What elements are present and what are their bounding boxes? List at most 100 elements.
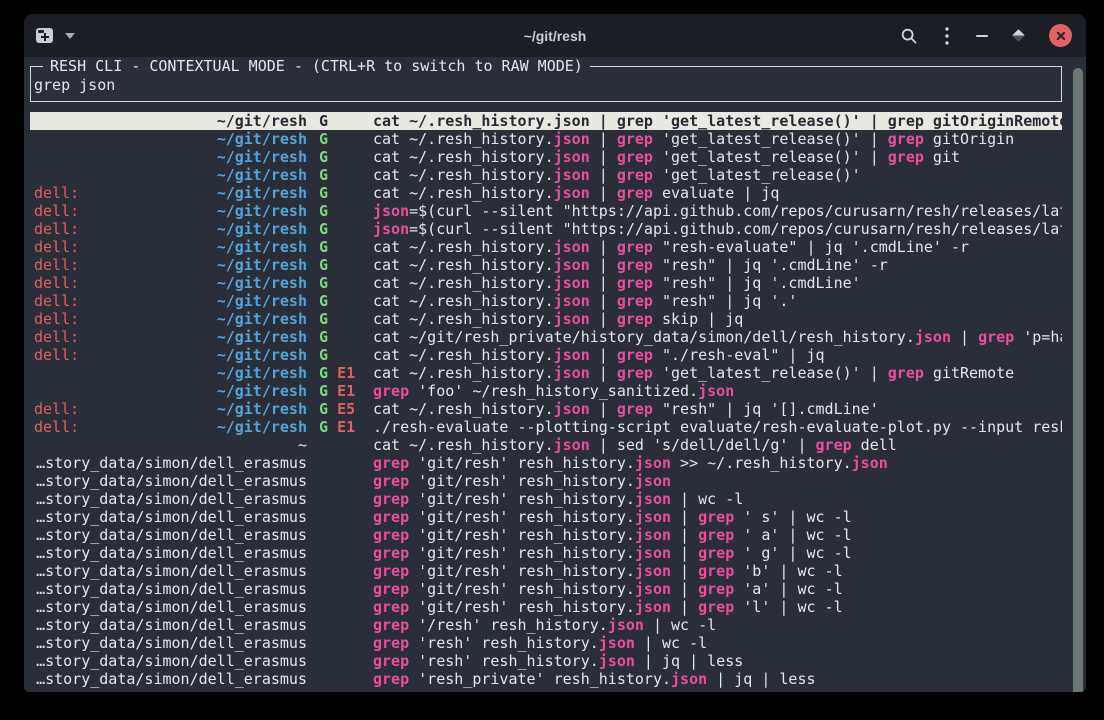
history-row[interactable]: ~/git/reshGcat ~/.resh_history.json | gr…	[30, 166, 1062, 184]
history-row[interactable]: dell:~/git/reshGcat ~/git/resh_private/h…	[30, 328, 1062, 346]
history-row[interactable]: ~cat ~/.resh_history.json | sed 's/dell/…	[30, 436, 1062, 454]
command-cell: cat ~/.resh_history.json | grep 'get_lat…	[373, 112, 1062, 130]
terminal-content: RESH CLI - CONTEXTUAL MODE - (CTRL+R to …	[24, 66, 1086, 692]
flags-cell: G E1	[307, 364, 373, 382]
history-row[interactable]: ~/git/reshGcat ~/.resh_history.json | gr…	[30, 148, 1062, 166]
command-cell: grep 'resh' resh_history.json | jq | les…	[373, 652, 1062, 670]
command-cell: grep 'git/resh' resh_history.json | grep…	[373, 580, 1062, 598]
command-cell: cat ~/.resh_history.json | grep "resh" |…	[373, 256, 1062, 274]
flags-cell	[307, 634, 373, 652]
history-row[interactable]: dell:~/git/reshGcat ~/.resh_history.json…	[30, 346, 1062, 364]
git-flag: G	[319, 346, 328, 364]
flags-cell: G	[307, 166, 373, 184]
history-row[interactable]: …story_data/simon/dell_erasmusgrep 'git/…	[30, 544, 1062, 562]
flags-cell	[307, 616, 373, 634]
command-cell: grep 'git/resh' resh_history.json | wc -…	[373, 490, 1062, 508]
host-cell: dell:	[34, 274, 79, 292]
history-row[interactable]: ~/git/reshGcat ~/.resh_history.json | gr…	[30, 130, 1062, 148]
history-row[interactable]: dell:~/git/reshG E1./resh-evaluate --plo…	[30, 418, 1062, 436]
history-row[interactable]: …story_data/simon/dell_erasmus grep 'git/…	[30, 562, 1062, 580]
command-cell: cat ~/git/resh_private/history_data/simo…	[373, 328, 1062, 346]
new-tab-icon	[36, 28, 53, 43]
git-flag: G	[319, 418, 328, 436]
history-row[interactable]: dell:~/git/reshGcat ~/.resh_history.json…	[30, 274, 1062, 292]
command-cell: grep '/resh' resh_history.json | wc -l	[373, 616, 1062, 634]
history-row[interactable]: ~/git/reshG E1grep 'foo' ~/resh_history_…	[30, 382, 1062, 400]
git-flag: G	[319, 382, 328, 400]
command-cell: grep 'git/resh' resh_history.json	[373, 472, 1062, 490]
history-row[interactable]: dell:~/git/reshGcat ~/.resh_history.json…	[30, 310, 1062, 328]
desktop-background: ~/git/resh	[0, 0, 1104, 720]
command-cell: cat ~/.resh_history.json | grep 'get_lat…	[373, 364, 1062, 382]
command-cell: cat ~/.resh_history.json | grep 'get_lat…	[373, 130, 1062, 148]
search-button[interactable]	[900, 23, 918, 49]
command-cell: cat ~/.resh_history.json | grep "resh" |…	[373, 400, 1062, 418]
host-cell: dell:	[34, 328, 79, 346]
history-row[interactable]: dell:~/git/reshGjson=$(curl --silent "ht…	[30, 220, 1062, 238]
history-row[interactable]: …story_data/simon/dell_erasmusgrep 'git/…	[30, 580, 1062, 598]
scrollbar-thumb[interactable]	[1073, 68, 1083, 692]
exit-code-flag: E5	[337, 400, 355, 418]
history-row[interactable]: …story_data/simon/dell_erasmusgrep 'git/…	[30, 526, 1062, 544]
git-flag: G	[319, 310, 328, 328]
close-button[interactable]	[1049, 24, 1072, 47]
history-row[interactable]: …story_data/simon/dell_erasmusgrep 'git/…	[30, 454, 1062, 472]
git-flag: G	[319, 148, 328, 166]
chevron-down-icon	[65, 33, 75, 39]
history-row[interactable]: dell:~/git/reshGcat ~/.resh_history.json…	[30, 256, 1062, 274]
flags-cell	[307, 652, 373, 670]
git-flag: G	[319, 184, 328, 202]
history-row[interactable]: …story_data/simon/dell_erasmus grep 'resh…	[30, 670, 1062, 688]
history-row[interactable]: …story_data/simon/dell_erasmusgrep 'resh…	[30, 634, 1062, 652]
history-row[interactable]: ~/git/reshG E1cat ~/.resh_history.json |…	[30, 364, 1062, 382]
history-row[interactable]: ~/git/reshGcat ~/.resh_history.json | gr…	[30, 112, 1062, 130]
directory-cell: ~/git/resh	[34, 130, 307, 148]
command-cell: cat ~/.resh_history.json | grep 'get_lat…	[373, 148, 1062, 166]
host-cell: dell:	[34, 400, 79, 418]
command-cell: grep 'git/resh' resh_history.json | grep…	[373, 562, 1062, 580]
flags-cell: G	[307, 148, 373, 166]
history-row[interactable]: …story_data/simon/dell_erasmusgrep 'git/…	[30, 490, 1062, 508]
history-row[interactable]: dell:~/git/reshGcat ~/.resh_history.json…	[30, 184, 1062, 202]
menu-button[interactable]	[944, 23, 950, 49]
search-query-input[interactable]: grep json	[34, 76, 115, 94]
host-cell: dell:	[34, 184, 79, 202]
flags-cell: G E1	[307, 418, 373, 436]
directory-cell: …story_data/simon/dell_erasmus	[34, 472, 307, 490]
exit-code-flag: E1	[337, 382, 355, 400]
history-row[interactable]: …story_data/simon/dell_erasmusgrep 'git/…	[30, 598, 1062, 616]
git-flag: G	[319, 220, 328, 238]
host-cell: dell:	[34, 418, 79, 436]
directory-cell: ~	[34, 436, 307, 454]
history-row[interactable]: …story_data/simon/dell_erasmusgrep '/res…	[30, 616, 1062, 634]
directory-cell: …story_data/simon/dell_erasmus	[34, 670, 307, 688]
minimize-button[interactable]	[976, 23, 988, 49]
history-row[interactable]: dell:~/git/reshGcat ~/.resh_history.json…	[30, 292, 1062, 310]
history-row[interactable]: …story_data/simon/dell_erasmusgrep 'git/…	[30, 508, 1062, 526]
history-row[interactable]: …story_data/simon/dell_erasmus grep 'git/…	[30, 472, 1062, 490]
search-icon	[900, 27, 918, 45]
history-row[interactable]: dell:~/git/reshG E5cat ~/.resh_history.j…	[30, 400, 1062, 418]
history-row[interactable]: dell:~/git/reshGcat ~/.resh_history.json…	[30, 238, 1062, 256]
flags-cell	[307, 490, 373, 508]
command-cell: grep 'git/resh' resh_history.json | grep…	[373, 598, 1062, 616]
directory-cell: …story_data/simon/dell_erasmus	[34, 562, 307, 580]
flags-cell: G E1	[307, 382, 373, 400]
git-flag: G	[319, 238, 328, 256]
directory-cell: ~/git/resh	[34, 112, 307, 130]
tab-dropdown-button[interactable]	[65, 23, 75, 49]
history-list: ~/git/reshGcat ~/.resh_history.json | gr…	[30, 112, 1062, 688]
exit-code-flag: E1	[337, 418, 355, 436]
restore-button[interactable]	[1014, 23, 1023, 49]
history-row[interactable]: dell:~/git/reshGjson=$(curl --silent "ht…	[30, 202, 1062, 220]
flags-cell: G	[307, 112, 373, 130]
command-cell: grep 'git/resh' resh_history.json >> ~/.…	[373, 454, 1062, 472]
command-cell: cat ~/.resh_history.json | grep evaluate…	[373, 184, 1062, 202]
history-row[interactable]: …story_data/simon/dell_erasmusgrep 'resh…	[30, 652, 1062, 670]
command-cell: grep 'git/resh' resh_history.json | grep…	[373, 544, 1062, 562]
command-cell: grep 'resh_private' resh_history.json | …	[373, 670, 1062, 688]
flags-cell: G	[307, 220, 373, 238]
flags-cell	[307, 544, 373, 562]
new-tab-button[interactable]	[36, 23, 53, 49]
git-flag: G	[319, 400, 328, 418]
